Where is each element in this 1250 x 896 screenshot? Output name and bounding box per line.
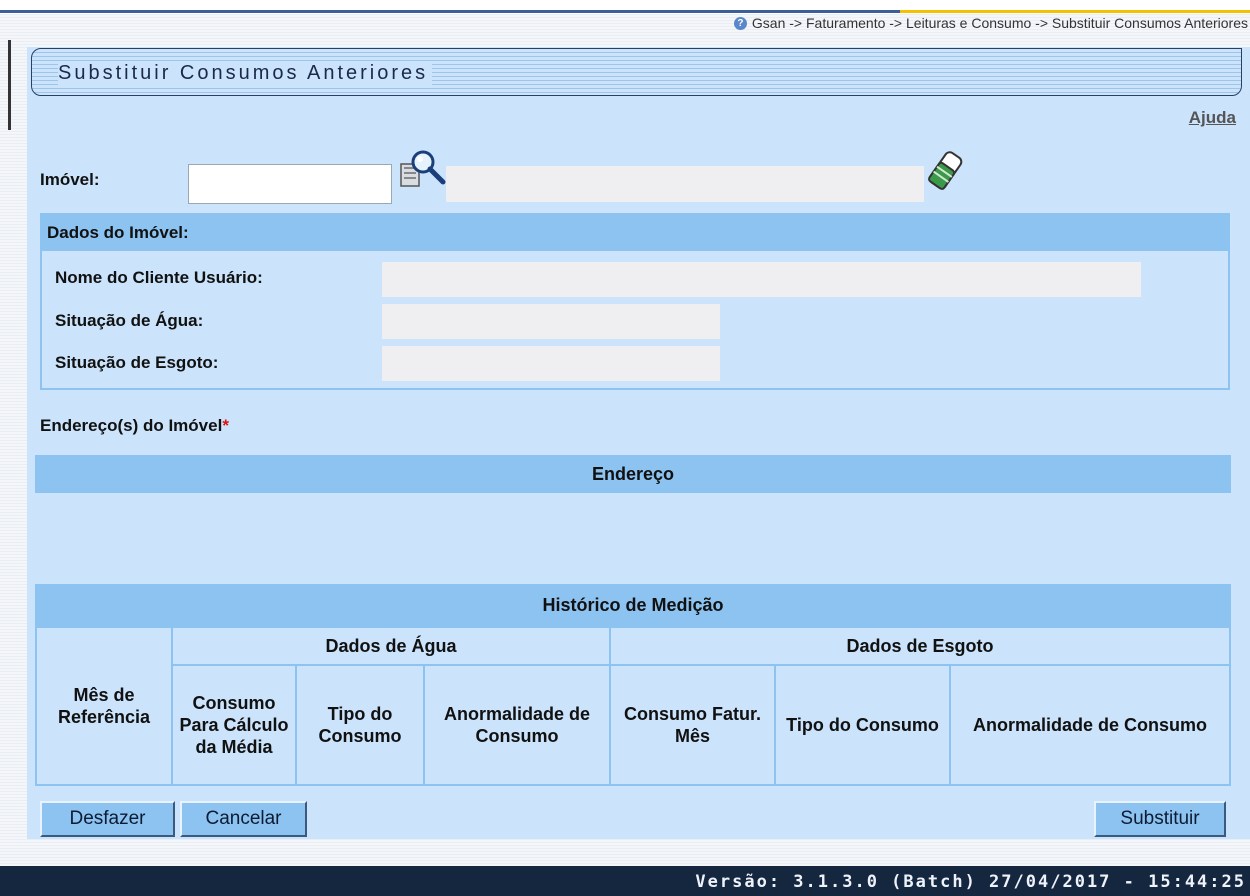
- situacao-esgoto-field: [382, 346, 720, 381]
- imovel-description-field: [446, 166, 924, 202]
- version-text: Versão: 3.1.3.0 (Batch) 27/04/2017 - 15:…: [695, 872, 1246, 892]
- esgoto-anormalidade-header: Anormalidade de Consumo: [951, 666, 1229, 784]
- substituir-button[interactable]: Substituir: [1094, 801, 1226, 837]
- situacao-esgoto-label: Situação de Esgoto:: [55, 353, 219, 372]
- required-asterisk: *: [222, 416, 229, 435]
- agua-tipo-consumo-header: Tipo do Consumo: [297, 666, 423, 784]
- dados-imovel-heading: Dados do Imóvel:: [47, 223, 189, 242]
- breadcrumb-text: Gsan -> Faturamento -> Leituras e Consum…: [751, 15, 1248, 31]
- dados-imovel-header: [40, 213, 1230, 251]
- eraser-icon[interactable]: [925, 150, 965, 192]
- endereco-column-header: Endereço: [35, 455, 1231, 493]
- esgoto-tipo-consumo-header: Tipo do Consumo: [776, 666, 949, 784]
- cancelar-button[interactable]: Cancelar: [180, 801, 307, 837]
- esgoto-consumo-fatur-header: Consumo Fatur. Mês: [611, 666, 774, 784]
- left-divider: [8, 40, 11, 130]
- dados-agua-header: Dados de Água: [173, 628, 609, 664]
- help-circle-icon: ?: [733, 16, 747, 30]
- agua-consumo-media-header: Consumo Para Cálculo da Média: [173, 666, 295, 784]
- nome-cliente-label: Nome do Cliente Usuário:: [55, 268, 263, 287]
- search-lookup-icon[interactable]: [399, 148, 447, 194]
- imovel-input[interactable]: [188, 164, 392, 204]
- enderecos-label-text: Endereço(s) do Imóvel: [40, 416, 223, 435]
- dados-esgoto-header: Dados de Esgoto: [611, 628, 1229, 664]
- agua-anormalidade-header: Anormalidade de Consumo: [425, 666, 609, 784]
- page-title: Substituir Consumos Anteriores: [58, 62, 433, 85]
- situacao-agua-field: [382, 304, 720, 339]
- historico-title: Histórico de Medição: [35, 584, 1231, 626]
- enderecos-label: Endereço(s) do Imóvel*: [40, 416, 229, 436]
- situacao-agua-label: Situação de Água:: [55, 311, 204, 330]
- footer-bar: Versão: 3.1.3.0 (Batch) 27/04/2017 - 15:…: [0, 866, 1250, 896]
- breadcrumb: ? Gsan -> Faturamento -> Leituras e Cons…: [733, 13, 1248, 33]
- nome-cliente-field: [382, 262, 1141, 297]
- help-link[interactable]: Ajuda: [1189, 108, 1236, 128]
- imovel-label: Imóvel:: [40, 170, 100, 189]
- mes-referencia-header: Mês de Referência: [37, 628, 171, 784]
- desfazer-button[interactable]: Desfazer: [40, 801, 175, 837]
